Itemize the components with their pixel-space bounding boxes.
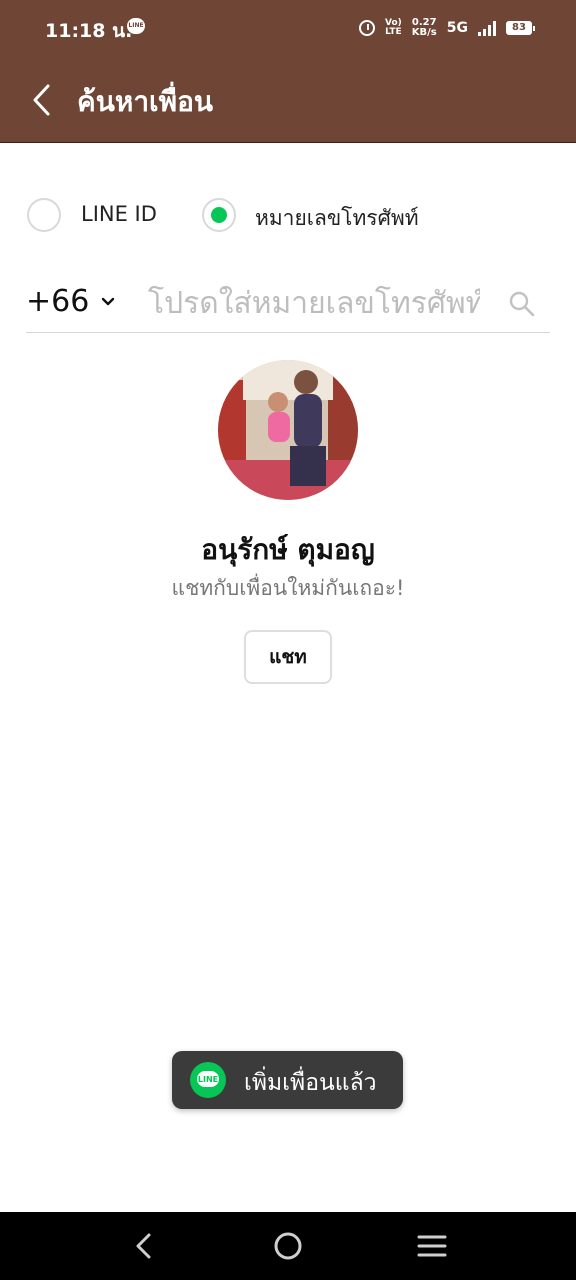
signal-icon (478, 20, 496, 36)
search-mode-selector: LINE ID หมายเลขโทรศัพท์ (27, 198, 547, 236)
chevron-left-icon (33, 84, 50, 116)
phone-number-radio[interactable] (202, 198, 236, 232)
profile-name: อนุรักษ์ ตุมอญ (201, 533, 375, 566)
network-speed: 0.27 KB/s (412, 18, 437, 38)
avatar[interactable] (218, 360, 358, 500)
line-notification-icon: LINE (127, 18, 145, 34)
toast-message: เพิ่มเพื่อนแล้ว (244, 1070, 377, 1096)
phone-search-bar: +66 (26, 280, 550, 333)
status-icons: Vo) LTE 0.27 KB/s 5G 83 (359, 14, 535, 42)
page-title: ค้นหาเพื่อน (77, 85, 214, 118)
volte-indicator: Vo) LTE (385, 19, 402, 37)
line-id-radio[interactable] (27, 198, 61, 232)
nav-home-icon[interactable] (272, 1230, 304, 1262)
toast-notification: LINE เพิ่มเพื่อนแล้ว (172, 1051, 403, 1109)
phone-number-input[interactable] (148, 280, 480, 326)
chat-button[interactable]: แชท (244, 630, 332, 684)
status-bar: 11:18 น. LINE Vo) LTE 0.27 KB/s 5G 83 (0, 0, 576, 56)
system-navigation-bar (0, 1212, 576, 1280)
nav-back-icon[interactable] (128, 1230, 160, 1262)
battery-icon: 83 (506, 21, 535, 35)
country-code-selector[interactable]: +66 (26, 284, 89, 319)
profile-status-message: แชทกับเพื่อนใหม่กันเถอะ! (171, 576, 405, 600)
search-icon[interactable] (508, 290, 536, 318)
chevron-down-icon[interactable] (100, 294, 116, 310)
app-header: ค้นหาเพื่อน (0, 56, 576, 143)
avatar-photo (218, 360, 358, 500)
line-id-label[interactable]: LINE ID (81, 202, 157, 226)
volte-bottom: LTE (385, 27, 402, 37)
speed-unit: KB/s (411, 27, 437, 38)
phone-number-label[interactable]: หมายเลขโทรศัพท์ (255, 202, 419, 235)
network-type: 5G (446, 20, 468, 36)
alarm-icon (359, 20, 375, 36)
back-button[interactable] (22, 78, 62, 122)
nav-menu-icon[interactable] (416, 1230, 448, 1262)
status-time: 11:18 น. (45, 20, 133, 42)
line-logo-label: LINE (197, 1075, 219, 1084)
